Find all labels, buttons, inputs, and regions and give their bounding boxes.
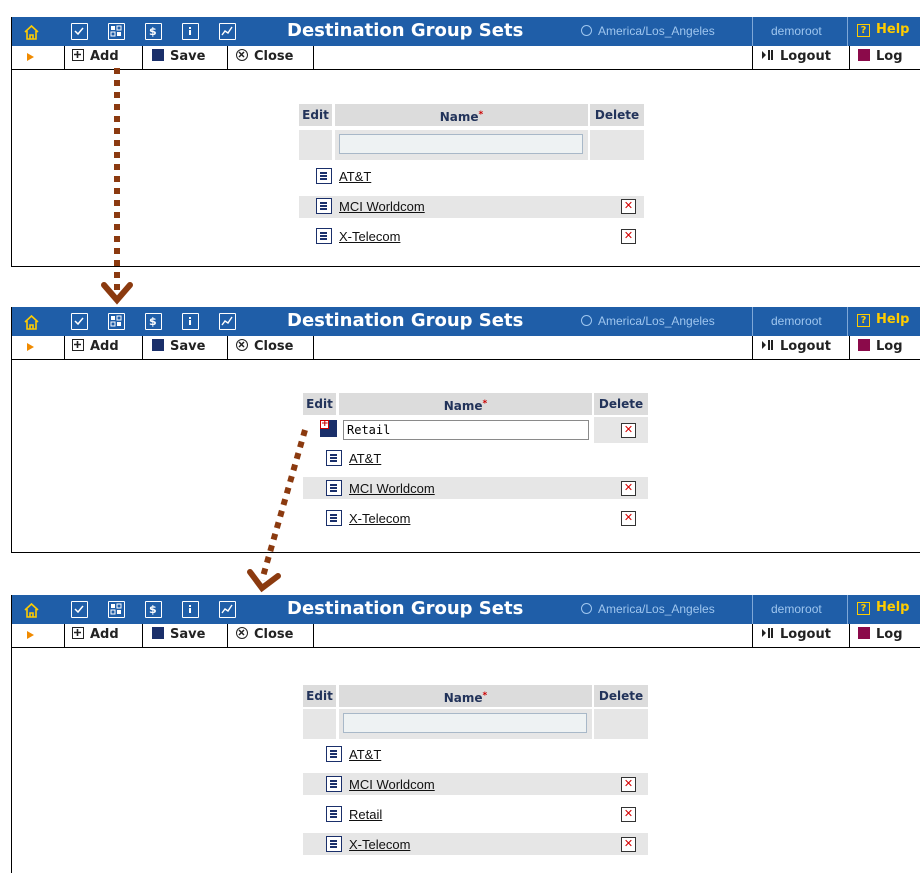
annotation-arrow-save <box>247 429 308 593</box>
